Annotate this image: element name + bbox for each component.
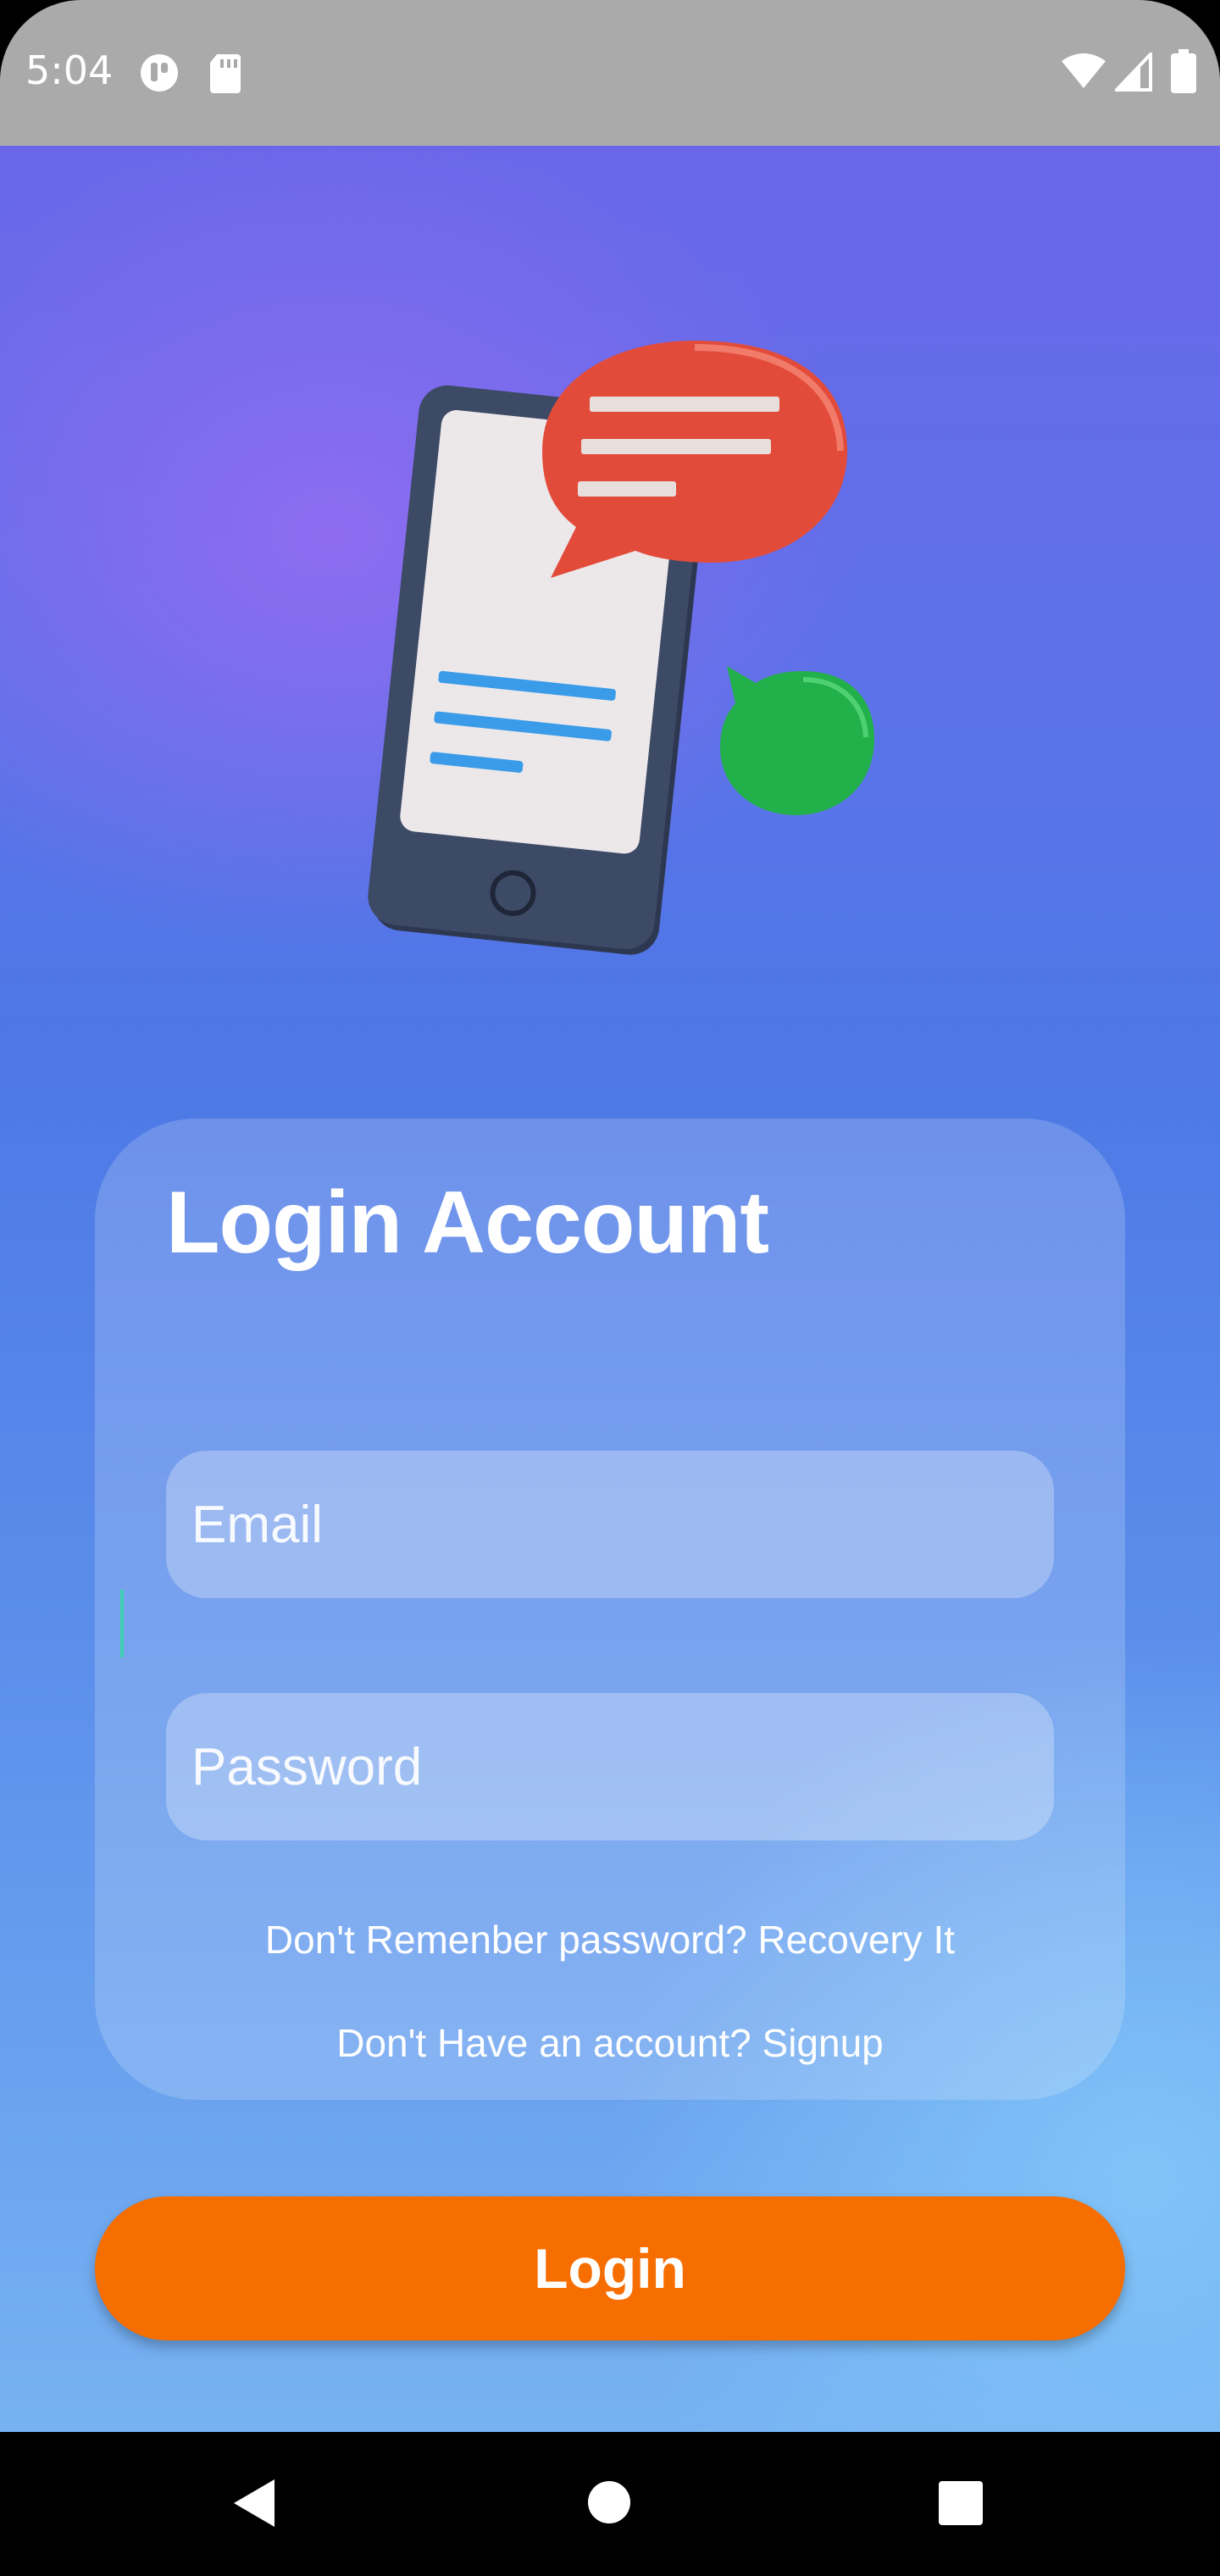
signup-link[interactable]: Don't Have an account? Signup bbox=[95, 2020, 1125, 2066]
login-title: Login Account bbox=[166, 1174, 769, 1272]
recents-icon[interactable] bbox=[939, 2481, 983, 2525]
sd-card-icon bbox=[210, 54, 241, 93]
recovery-link[interactable]: Don't Remenber password? Recovery It bbox=[95, 1917, 1125, 1963]
login-card: Login Account Don't Remenber password? R… bbox=[95, 1119, 1125, 2100]
home-icon[interactable] bbox=[586, 2479, 632, 2525]
login-screen: Login Account Don't Remenber password? R… bbox=[0, 146, 1220, 2432]
password-field[interactable] bbox=[166, 1693, 1054, 1840]
phone-screen: 5:04 Login Account Email Don't Remenber … bbox=[0, 0, 1220, 2576]
battery-icon bbox=[1171, 49, 1196, 93]
cell-signal-icon bbox=[1115, 53, 1152, 92]
wifi-icon bbox=[1062, 53, 1106, 88]
login-button[interactable]: Login bbox=[95, 2196, 1125, 2340]
email-field[interactable] bbox=[166, 1451, 1054, 1598]
back-icon[interactable] bbox=[230, 2478, 278, 2529]
navigation-bar bbox=[0, 2432, 1220, 2576]
text-cursor bbox=[120, 1590, 124, 1657]
phone-chat-illustration bbox=[368, 341, 874, 955]
status-bar: 5:04 bbox=[0, 0, 1220, 146]
status-time: 5:04 bbox=[25, 47, 114, 93]
app-notification-icon bbox=[141, 54, 178, 92]
